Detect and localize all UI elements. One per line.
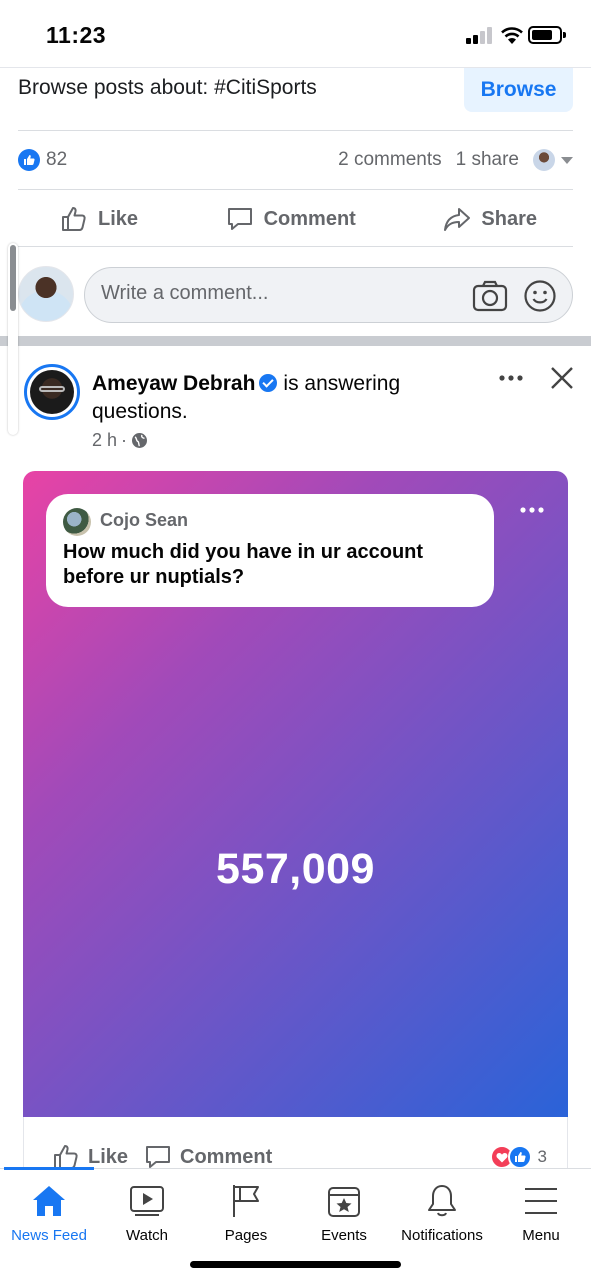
post-comment-label: Comment [180, 1145, 273, 1168]
home-icon [33, 1186, 65, 1216]
share-icon [444, 208, 471, 231]
globe-icon [132, 433, 148, 448]
tab-watch[interactable]: Watch [98, 1181, 196, 1244]
post-comment-button[interactable]: Comment [144, 1143, 272, 1171]
tab-news-feed[interactable]: News Feed [0, 1181, 98, 1244]
browse-button[interactable]: Browse [464, 68, 573, 112]
divider [18, 130, 573, 131]
comment-composer [18, 266, 574, 324]
post-reactions[interactable]: 3 [489, 1145, 547, 1169]
comment-icon [227, 208, 252, 230]
watch-icon [130, 1186, 164, 1216]
post-like-label: Like [88, 1145, 129, 1168]
engagement-counts: 2 comments 1 share [338, 149, 573, 171]
tab-menu[interactable]: Menu [492, 1181, 590, 1244]
scroll-indicator[interactable] [8, 243, 18, 435]
post-bottom-actions: Like Comment 3 [23, 1117, 568, 1169]
comment-button[interactable]: Comment [226, 205, 356, 233]
emoji-icon[interactable] [523, 279, 557, 313]
comment-icon [146, 1146, 170, 1168]
post-reaction-count: 3 [537, 1147, 547, 1166]
question-bubble: Cojo Sean How much did you have in ur ac… [46, 494, 494, 607]
tab-label: Notifications [401, 1227, 483, 1244]
post-author-line: Ameyaw Debrah is answering questions. [92, 370, 472, 426]
like-label: Like [98, 207, 139, 230]
comment-input[interactable] [101, 282, 461, 305]
card-more-icon[interactable] [519, 505, 545, 515]
tab-notifications[interactable]: Notifications [393, 1181, 491, 1244]
question-answer-card[interactable]: Cojo Sean How much did you have in ur ac… [23, 471, 568, 1117]
cellular-signal-icon [466, 27, 494, 44]
post-time: 2 h [92, 430, 118, 450]
browse-hashtag-row: Browse posts about: #CitiSports Browse [0, 68, 591, 130]
current-user-avatar[interactable] [18, 266, 74, 322]
feed-separator [0, 336, 591, 346]
thumbs-up-icon [62, 207, 86, 231]
post-timestamp[interactable]: 2 h · [92, 430, 148, 451]
status-time: 11:23 [46, 22, 107, 48]
separator-dot: · [121, 430, 128, 450]
close-icon[interactable] [550, 366, 574, 390]
shares-count[interactable]: 1 share [456, 149, 519, 171]
like-reaction-icon [507, 1145, 532, 1169]
author-avatar[interactable] [24, 364, 80, 420]
reaction-summary: 82 2 comments 1 share [18, 146, 573, 176]
camera-icon[interactable] [472, 279, 508, 313]
question-text: How much did you have in ur account befo… [63, 541, 424, 588]
battery-icon [528, 26, 566, 44]
tab-label: Menu [522, 1227, 560, 1244]
comment-box[interactable] [84, 267, 573, 323]
divider [18, 246, 573, 247]
events-icon [328, 1187, 360, 1217]
browse-hashtag-text: Browse posts about: #CitiSports [18, 76, 317, 99]
wifi-icon [501, 27, 523, 44]
tab-label: Pages [224, 1227, 268, 1244]
divider [18, 189, 573, 190]
answer-text: 557,009 [216, 845, 375, 893]
share-button[interactable]: Share [443, 205, 537, 233]
comment-label: Comment [263, 207, 356, 230]
verified-badge-icon [259, 374, 278, 392]
active-tab-indicator [4, 1167, 94, 1170]
share-label: Share [481, 207, 537, 230]
menu-icon [525, 1188, 557, 1214]
tab-label: News Feed [11, 1227, 87, 1244]
tab-pages[interactable]: Pages [197, 1181, 295, 1244]
tab-events[interactable]: Events [295, 1181, 393, 1244]
comments-count[interactable]: 2 comments [338, 149, 441, 171]
more-options-icon[interactable] [498, 366, 524, 390]
tab-label: Watch [126, 1227, 168, 1244]
tab-label: Events [321, 1227, 367, 1244]
asker-name[interactable]: Cojo Sean [100, 510, 188, 531]
asker-avatar[interactable] [63, 508, 91, 536]
share-as-avatar[interactable] [533, 149, 555, 171]
flag-icon [233, 1185, 259, 1217]
home-indicator[interactable] [190, 1261, 401, 1268]
post-action-row: Like Comment Share [18, 192, 573, 246]
chevron-down-icon[interactable] [561, 156, 573, 164]
like-button[interactable]: Like [60, 205, 138, 233]
author-name[interactable]: Ameyaw Debrah [92, 372, 255, 395]
like-reaction-icon[interactable] [18, 149, 40, 171]
like-count[interactable]: 82 [46, 149, 67, 171]
bell-icon [428, 1185, 456, 1217]
status-bar: 11:23 [0, 0, 591, 68]
facebook-feed-screen: 11:23 Browse posts about: #CitiSports Br… [0, 0, 591, 1280]
